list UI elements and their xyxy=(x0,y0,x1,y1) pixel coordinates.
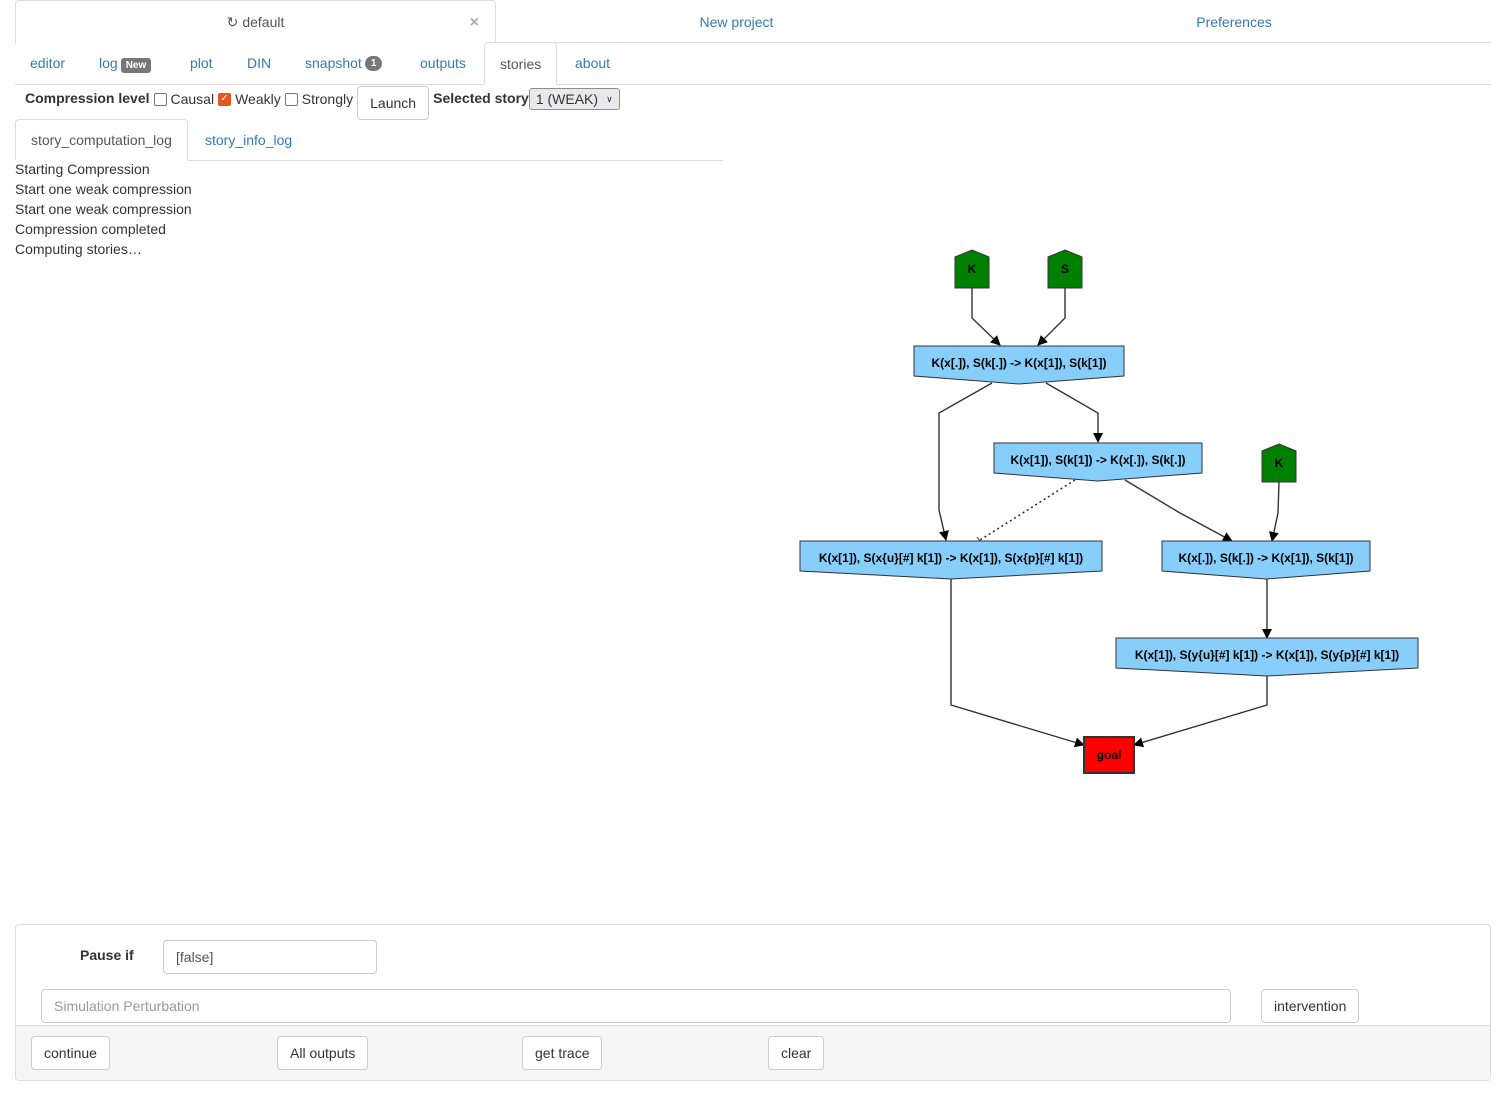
pause-if-label: Pause if xyxy=(80,947,134,963)
graph-node-rule[interactable]: K(x[1]), S(k[1]) -> K(x[.]), S(k[.]) xyxy=(993,442,1203,482)
graph-node-init[interactable]: K xyxy=(1261,443,1297,483)
compression-level-label: Compression level xyxy=(25,90,150,106)
main-tabs: editor log New plot DIN snapshot 1 outputs… xyxy=(15,42,1491,85)
graph-node-init[interactable]: S xyxy=(1047,249,1083,289)
clear-button[interactable]: clear xyxy=(768,1036,825,1070)
story-log-tabs: story_computation_log story_info_log xyxy=(15,119,723,161)
tab-label: about xyxy=(575,55,611,71)
story-graph: K S K(x[.]), S(k[.]) -> K(x[1]), S(k[1]) K(… xyxy=(799,249,1419,774)
graph-edge-r2-r4 xyxy=(1124,479,1233,542)
causal-checkbox[interactable]: Causal xyxy=(153,91,215,107)
new-project-tab[interactable]: New project xyxy=(496,0,977,43)
node-label: goal xyxy=(1097,748,1122,762)
graph-node-rule[interactable]: K(x[.]), S(k[.]) -> K(x[1]), S(k[1]) xyxy=(1161,540,1371,580)
graph-node-rule[interactable]: K(x[1]), S(y{u}[#] k[1]) -> K(x[1]), S(y… xyxy=(1115,637,1419,677)
refresh-icon[interactable]: ↻ xyxy=(227,14,239,31)
graph-edge-s1-r1 xyxy=(1037,288,1066,346)
all-outputs-button[interactable]: All outputs xyxy=(277,1036,369,1070)
graph-node-init[interactable]: K xyxy=(954,249,990,289)
strongly-checkbox[interactable]: Strongly xyxy=(284,91,354,107)
graph-edge-r1-r3 xyxy=(938,382,993,541)
new-badge: New xyxy=(120,57,152,73)
node-label: S xyxy=(1061,262,1069,276)
preferences-tab[interactable]: Preferences xyxy=(996,0,1472,43)
continue-button[interactable]: continue xyxy=(31,1036,110,1070)
log-line: Start one weak compression xyxy=(15,181,192,197)
simulation-panel: Pause if [false] Simulation Perturbation… xyxy=(15,924,1491,1081)
node-label: K(x[1]), S(x{u}[#] k[1]) -> K(x[1]), S(x… xyxy=(819,551,1083,565)
selected-story-select[interactable]: 1 (WEAK) ∨ xyxy=(528,88,620,110)
tab-din[interactable]: DIN xyxy=(232,42,286,84)
checkbox-label: Causal xyxy=(170,91,215,107)
graph-node-rule[interactable]: K(x[.]), S(k[.]) -> K(x[1]), S(k[1]) xyxy=(913,345,1125,385)
pause-condition-input[interactable]: [false] xyxy=(163,940,377,974)
tab-plot[interactable]: plot xyxy=(175,42,228,84)
log-line: Start one weak compression xyxy=(15,201,192,217)
tab-label: log xyxy=(99,55,118,71)
tab-label: DIN xyxy=(247,55,272,71)
select-value: 1 (WEAK) xyxy=(535,91,599,107)
checkbox-box[interactable] xyxy=(284,92,298,106)
launch-button[interactable]: Launch xyxy=(357,86,430,120)
tab-story-info-log[interactable]: story_info_log xyxy=(190,119,307,160)
tab-label: editor xyxy=(30,55,66,71)
node-label: K xyxy=(1275,456,1284,470)
compression-controls: Compression level Causal ✓ Weakly Strong… xyxy=(25,86,620,120)
panel-footer: continue All outputs get trace clear xyxy=(16,1025,1490,1080)
weakly-checkbox[interactable]: ✓ Weakly xyxy=(218,91,281,107)
close-icon[interactable]: × xyxy=(470,14,479,32)
project-tab-default[interactable]: ↻ default × xyxy=(15,0,496,44)
get-trace-button[interactable]: get trace xyxy=(522,1036,603,1070)
node-label: K xyxy=(968,262,977,276)
checkbox-label: Weakly xyxy=(235,91,281,107)
tab-label: outputs xyxy=(420,55,466,71)
chevron-down-icon: ∨ xyxy=(606,93,613,104)
node-label: K(x[.]), S(k[.]) -> K(x[1]), S(k[1]) xyxy=(1179,551,1354,565)
selected-story-label: Selected story xyxy=(433,90,529,106)
dotted-edge-tick xyxy=(976,536,981,542)
tab-label: stories xyxy=(500,55,542,72)
graph-edge-r5-goal xyxy=(1133,676,1268,748)
graph-edge-k2-r4 xyxy=(1268,481,1280,542)
checkmark-icon[interactable]: ✓ xyxy=(218,92,232,106)
log-line: Starting Compression xyxy=(15,161,150,177)
node-label: K(x[1]), S(y{u}[#] k[1]) -> K(x[1]), S(y… xyxy=(1135,648,1399,662)
story-computation-log: Starting Compression Start one weak comp… xyxy=(15,159,192,259)
tab-log[interactable]: log New xyxy=(84,42,166,84)
tab-editor[interactable]: editor xyxy=(15,42,80,84)
project-tab-label: default xyxy=(242,14,285,30)
graph-edge-r2-r3 xyxy=(979,479,1076,541)
node-label: K(x[1]), S(k[1]) -> K(x[.]), S(k[.]) xyxy=(1011,453,1186,467)
checkbox-box[interactable] xyxy=(153,92,167,106)
graph-edge-r3-goal xyxy=(950,579,1085,748)
node-label: K(x[.]), S(k[.]) -> K(x[1]), S(k[1]) xyxy=(932,356,1107,370)
project-tabs: ↻ default × New project Preferences xyxy=(15,0,1491,44)
log-line: Compression completed xyxy=(15,221,166,237)
graph-node-goal[interactable]: goal xyxy=(1083,736,1135,774)
log-line: Computing stories… xyxy=(15,241,142,257)
snapshot-count-badge: 1 xyxy=(364,55,383,71)
simulation-perturbation-input[interactable]: Simulation Perturbation xyxy=(41,989,1231,1023)
graph-edge-r1-r2 xyxy=(1045,382,1103,443)
tab-outputs[interactable]: outputs xyxy=(405,42,481,84)
intervention-button[interactable]: intervention xyxy=(1261,989,1360,1023)
graph-node-rule[interactable]: K(x[1]), S(x{u}[#] k[1]) -> K(x[1]), S(x… xyxy=(799,540,1103,580)
tab-stories[interactable]: stories xyxy=(484,42,558,85)
checkbox-label: Strongly xyxy=(301,91,354,107)
tab-label: snapshot xyxy=(305,55,362,71)
tab-story-computation-log[interactable]: story_computation_log xyxy=(15,119,188,161)
tab-snapshot[interactable]: snapshot 1 xyxy=(290,42,397,84)
tab-label: plot xyxy=(190,55,213,71)
graph-edge-k1-r1 xyxy=(971,288,1001,346)
tab-about[interactable]: about xyxy=(560,42,625,84)
